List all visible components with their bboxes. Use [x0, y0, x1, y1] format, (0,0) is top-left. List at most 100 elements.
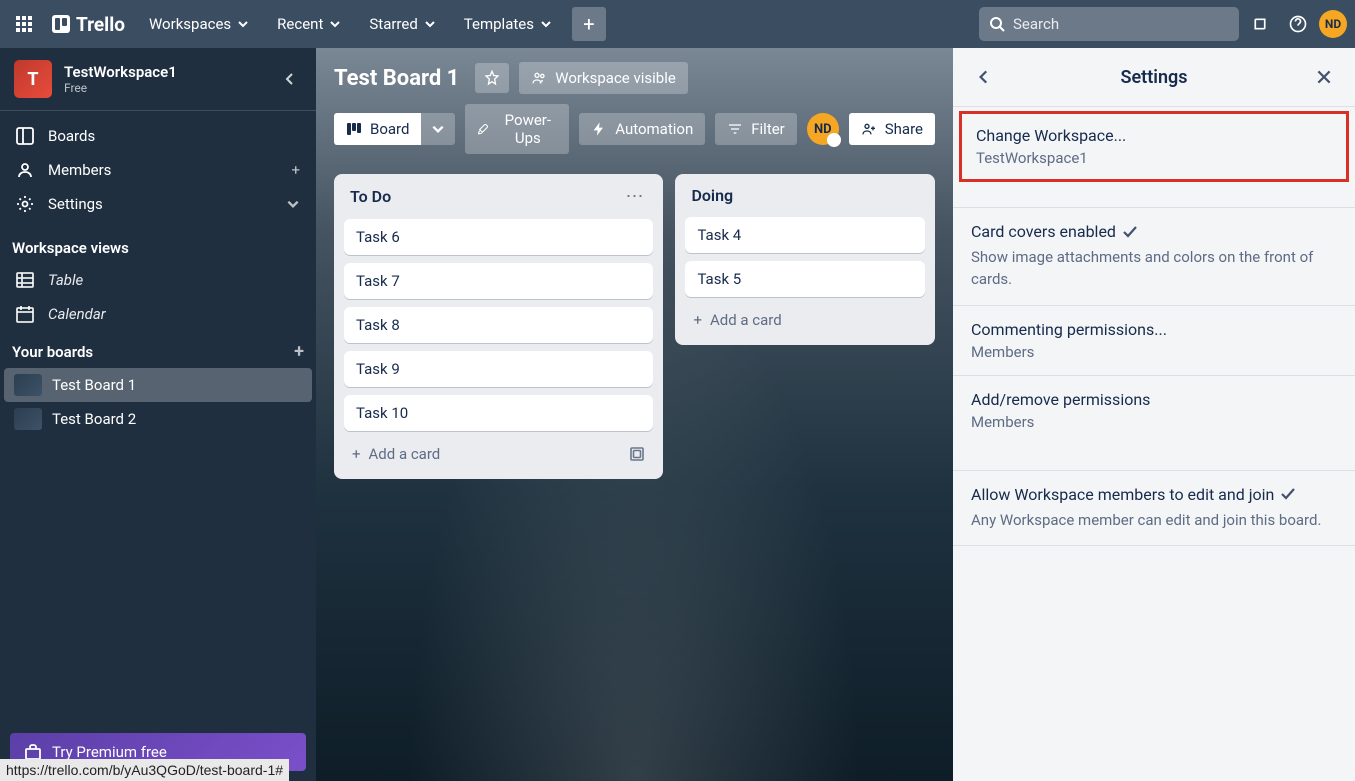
change-workspace-value: TestWorkspace1	[976, 149, 1332, 167]
settings-title: Settings	[997, 67, 1311, 88]
add-board-button[interactable]: +	[294, 341, 304, 362]
card[interactable]: Task 5	[685, 261, 925, 297]
gear-icon	[16, 195, 34, 213]
card-covers-section[interactable]: Card covers enabled Show image attachmen…	[953, 208, 1355, 306]
settings-panel: Settings Change Workspace... TestWorkspa…	[953, 48, 1355, 781]
workspace-plan: Free	[64, 81, 266, 95]
chevron-down-icon	[237, 18, 249, 30]
chevron-down-icon	[329, 18, 341, 30]
chevron-down-icon	[424, 18, 436, 30]
add-card-button[interactable]: + Add a card	[344, 439, 653, 469]
commenting-section[interactable]: Commenting permissions... Members	[953, 306, 1355, 376]
view-switcher: Board	[334, 113, 455, 145]
view-table[interactable]: Table	[0, 263, 316, 297]
workspace-header: T TestWorkspace1 Free	[0, 48, 316, 111]
view-calendar[interactable]: Calendar	[0, 297, 316, 331]
search-box[interactable]	[979, 7, 1239, 41]
card[interactable]: Task 8	[344, 307, 653, 343]
help-icon[interactable]	[1281, 7, 1315, 41]
addremove-section[interactable]: Add/remove permissions Members	[953, 376, 1355, 445]
apps-menu-icon[interactable]	[8, 8, 40, 40]
notifications-icon[interactable]	[1243, 7, 1277, 41]
star-icon	[484, 70, 500, 86]
trello-logo-text: Trello	[76, 13, 125, 36]
sidebar-item-boards[interactable]: Boards	[0, 119, 316, 153]
search-icon	[989, 16, 1005, 32]
nav-workspaces[interactable]: Workspaces	[137, 9, 261, 39]
view-switcher-dropdown[interactable]	[421, 113, 455, 145]
settings-expand-icon[interactable]	[286, 197, 300, 211]
commenting-label: Commenting permissions...	[971, 320, 1337, 339]
card[interactable]: Task 7	[344, 263, 653, 299]
star-board-button[interactable]	[475, 63, 509, 93]
powerups-button[interactable]: Power-Ups	[465, 104, 569, 154]
settings-close-button[interactable]	[1311, 64, 1337, 90]
sidebar-item-members[interactable]: Members +	[0, 153, 316, 187]
settings-back-button[interactable]	[971, 64, 997, 90]
share-icon	[861, 121, 877, 137]
trello-logo[interactable]: Trello	[44, 13, 133, 36]
board-title[interactable]: Test Board 1	[334, 66, 465, 91]
members-icon	[16, 161, 34, 179]
nav-starred[interactable]: Starred	[357, 9, 447, 39]
plus-icon: +	[693, 311, 702, 329]
card-covers-desc: Show image attachments and colors on the…	[971, 247, 1337, 291]
account-avatar[interactable]: ND	[1319, 10, 1347, 38]
chevron-down-icon	[540, 18, 552, 30]
collapse-sidebar-button[interactable]	[278, 67, 302, 91]
allow-edit-desc: Any Workspace member can edit and join t…	[971, 510, 1337, 532]
list-menu-button[interactable]: ⋯	[621, 186, 647, 207]
filter-icon	[727, 121, 743, 137]
board-header: Test Board 1 Workspace visible Board	[316, 48, 953, 164]
chevron-down-icon	[431, 122, 445, 136]
workspace-name: TestWorkspace1	[64, 63, 266, 81]
workspace-views-heading: Workspace views	[0, 229, 316, 263]
topbar: Trello Workspaces Recent Starred Templat…	[0, 0, 1355, 48]
board-thumb-icon	[14, 408, 42, 430]
sidebar-item-settings[interactable]: Settings	[0, 187, 316, 221]
share-button[interactable]: Share	[849, 113, 935, 145]
create-button[interactable]: +	[572, 7, 606, 41]
visibility-button[interactable]: Workspace visible	[519, 62, 688, 94]
workspace-badge: T	[14, 60, 52, 98]
automation-button[interactable]: Automation	[579, 113, 705, 145]
calendar-icon	[16, 305, 34, 323]
card[interactable]: Task 10	[344, 395, 653, 431]
list-title[interactable]: To Do	[350, 187, 621, 206]
status-bar-url: https://trello.com/b/yAu3QGoD/test-board…	[0, 759, 289, 781]
check-icon	[1280, 486, 1296, 502]
nav-recent[interactable]: Recent	[265, 9, 353, 39]
change-workspace-section[interactable]: Change Workspace... TestWorkspace1	[959, 111, 1349, 182]
board-link-2[interactable]: Test Board 2	[4, 402, 312, 436]
card[interactable]: Task 9	[344, 351, 653, 387]
board-thumb-icon	[14, 374, 42, 396]
people-icon	[531, 70, 547, 86]
table-icon	[16, 271, 34, 289]
board-member-avatar[interactable]: ND	[807, 113, 839, 145]
your-boards-heading: Your boards +	[0, 331, 316, 368]
list-title[interactable]: Doing	[691, 186, 919, 205]
search-input[interactable]	[1013, 15, 1229, 33]
board-view-icon	[346, 121, 362, 137]
rocket-icon	[477, 121, 490, 137]
filter-button[interactable]: Filter	[715, 113, 797, 145]
card[interactable]: Task 4	[685, 217, 925, 253]
nav-templates[interactable]: Templates	[452, 9, 564, 39]
board-link-1[interactable]: Test Board 1	[4, 368, 312, 402]
plus-icon: +	[352, 445, 361, 463]
settings-header: Settings	[953, 48, 1355, 107]
check-icon	[1122, 224, 1138, 240]
lists-container: To Do ⋯ Task 6 Task 7 Task 8 Task 9 Task…	[316, 164, 953, 489]
trello-logo-icon	[52, 15, 70, 33]
add-card-button[interactable]: + Add a card	[685, 305, 925, 335]
list-todo: To Do ⋯ Task 6 Task 7 Task 8 Task 9 Task…	[334, 174, 663, 479]
commenting-value: Members	[971, 343, 1337, 361]
addremove-value: Members	[971, 413, 1337, 431]
board-area: Test Board 1 Workspace visible Board	[316, 48, 953, 781]
board-view-button[interactable]: Board	[334, 113, 421, 145]
add-member-button[interactable]: +	[291, 161, 300, 179]
board-icon	[16, 127, 34, 145]
template-icon[interactable]	[629, 446, 645, 462]
allow-edit-section[interactable]: Allow Workspace members to edit and join…	[953, 471, 1355, 547]
card[interactable]: Task 6	[344, 219, 653, 255]
